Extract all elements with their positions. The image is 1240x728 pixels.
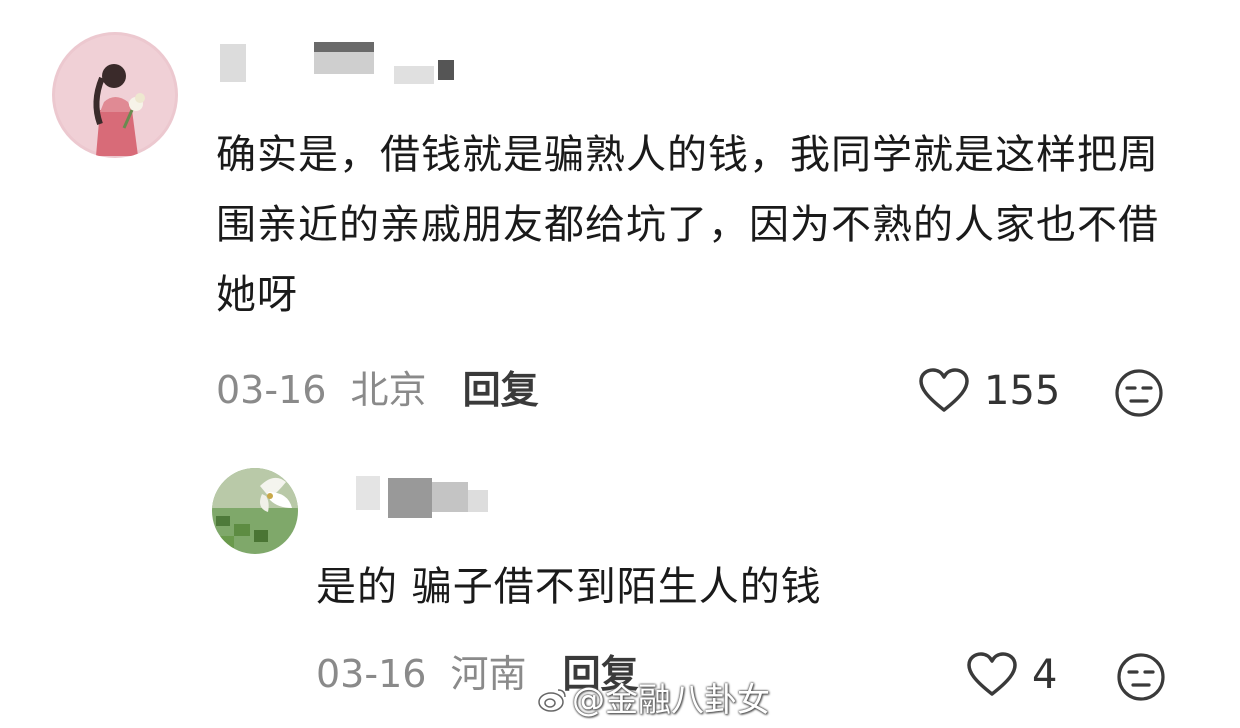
comment-location: 河南	[450, 652, 527, 696]
username-redacted	[316, 474, 516, 524]
comment-meta: 03-16 北京 回复	[216, 368, 539, 412]
watermark-text: @金融八卦女	[572, 680, 770, 719]
comment-date: 03-16	[316, 652, 427, 696]
lily-flower-avatar-icon	[212, 468, 298, 554]
unamused-face-icon	[1117, 653, 1165, 701]
heart-icon	[919, 368, 969, 412]
like-button[interactable]: 155	[918, 368, 1060, 414]
unamused-face-icon	[1115, 369, 1163, 417]
watermark: @金融八卦女	[538, 680, 770, 720]
avatar[interactable]	[52, 32, 178, 158]
like-count: 4	[1032, 652, 1058, 698]
dislike-button[interactable]	[1116, 652, 1166, 706]
girl-with-flowers-avatar-icon	[52, 32, 178, 158]
comment-location: 北京	[350, 368, 427, 412]
like-button[interactable]: 4	[966, 652, 1057, 698]
avatar[interactable]	[212, 468, 298, 554]
dislike-button[interactable]	[1114, 368, 1164, 422]
like-count: 155	[984, 368, 1061, 414]
comment-text: 确实是，借钱就是骗熟人的钱，我同学就是这样把周围亲近的亲戚朋友都给坑了，因为不熟…	[216, 132, 1159, 318]
username-redacted	[214, 40, 464, 90]
weibo-logo-icon	[538, 689, 566, 712]
comment-date: 03-16	[216, 368, 327, 412]
heart-icon	[967, 652, 1017, 696]
reply-button[interactable]: 回复	[463, 368, 539, 412]
comment-text: 是的 骗子借不到陌生人的钱	[316, 564, 822, 610]
